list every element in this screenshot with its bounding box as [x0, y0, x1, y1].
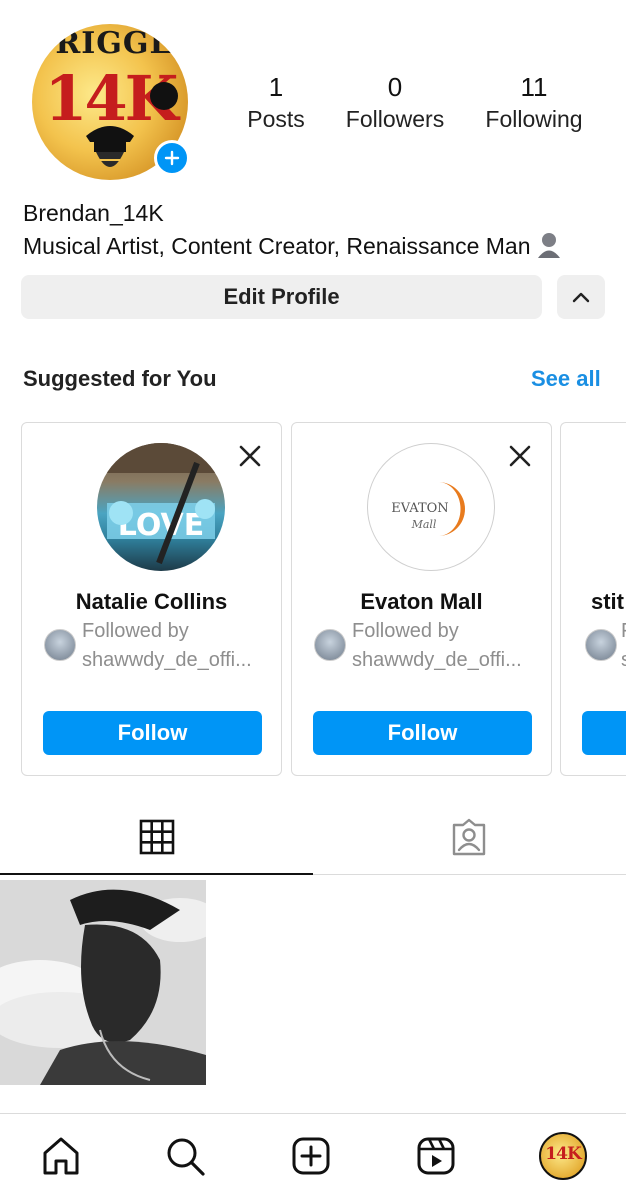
- followed-by-user: shawwdy_de_offi...: [82, 649, 252, 671]
- suggestions-toggle-button[interactable]: [557, 275, 605, 319]
- followed-by-label: Followed by: [352, 620, 459, 642]
- follow-button[interactable]: Follow: [43, 711, 262, 755]
- bottom-nav-divider: [0, 1113, 626, 1114]
- nav-avatar-brand: 14K: [545, 1144, 581, 1164]
- evaton-logo-subtext: Mall: [411, 518, 437, 531]
- post-photo: [0, 880, 206, 1085]
- suggestion-name[interactable]: stit: [591, 589, 624, 615]
- stat-value: 1: [268, 72, 284, 102]
- suggestion-name[interactable]: Natalie Collins: [22, 589, 281, 615]
- stat-label: Followers: [345, 106, 445, 132]
- stat-posts[interactable]: 1 Posts: [236, 70, 316, 134]
- suggestion-card[interactable]: stit F s: [560, 422, 626, 776]
- suggestion-name[interactable]: Evaton Mall: [292, 589, 551, 615]
- search-icon: [167, 1138, 205, 1176]
- stat-value: 0: [387, 72, 403, 102]
- see-all-link[interactable]: See all: [531, 366, 601, 392]
- followed-by-user: s: [621, 649, 626, 672]
- chevron-up-icon: [572, 292, 590, 303]
- suggestion-card[interactable]: LOVE Natalie Collins Followed by shawwdy…: [21, 422, 282, 776]
- reels-icon: [417, 1137, 455, 1175]
- stat-following[interactable]: 11 Following: [474, 70, 594, 134]
- evaton-logo-text: EVATON: [391, 501, 448, 516]
- profile-username: Brendan_14K: [23, 200, 164, 226]
- love-sign-photo: LOVE: [97, 443, 225, 565]
- avatar-ink-splat: [150, 82, 178, 110]
- followed-by-label: Followed by: [82, 620, 189, 642]
- plus-icon: [164, 150, 180, 166]
- close-icon[interactable]: [507, 443, 533, 469]
- follow-button[interactable]: [582, 711, 626, 755]
- post-thumbnail[interactable]: [0, 880, 206, 1085]
- avatar-top-text: TRIGGER: [32, 26, 188, 61]
- create-icon: [292, 1137, 330, 1175]
- mutual-avatar: [44, 629, 76, 661]
- grid-icon: [139, 819, 175, 855]
- bio-text: Musical Artist, Content Creator, Renaiss…: [23, 233, 531, 259]
- close-icon[interactable]: [237, 443, 263, 469]
- home-icon: [43, 1137, 79, 1175]
- suggested-title: Suggested for You: [23, 366, 217, 391]
- followed-by-label: F: [621, 620, 626, 643]
- stat-followers[interactable]: 0 Followers: [338, 70, 452, 134]
- nav-profile-avatar[interactable]: 14K: [539, 1132, 587, 1180]
- add-story-button[interactable]: [154, 140, 190, 176]
- stat-label: Following: [485, 106, 583, 132]
- nav-reels[interactable]: [414, 1134, 458, 1178]
- follow-button[interactable]: Follow: [313, 711, 532, 755]
- stat-label: Posts: [247, 106, 305, 132]
- suggestion-card[interactable]: EVATON Mall Evaton Mall Followed by shaw…: [291, 422, 552, 776]
- tagged-user-icon: [452, 818, 486, 856]
- bust-silhouette-icon: [537, 233, 560, 258]
- stat-value: 11: [520, 72, 548, 102]
- mutual-avatar: [314, 629, 346, 661]
- nav-search[interactable]: [163, 1134, 207, 1178]
- nav-create[interactable]: [289, 1134, 333, 1178]
- tab-tagged[interactable]: [447, 815, 491, 859]
- mutual-avatar: [585, 629, 617, 661]
- nav-home[interactable]: [39, 1134, 83, 1178]
- edit-profile-button[interactable]: Edit Profile: [21, 275, 542, 319]
- tab-posts-grid[interactable]: [135, 815, 179, 859]
- avatar-face-illustration: [86, 126, 134, 167]
- followed-by-user: shawwdy_de_offi...: [352, 649, 522, 671]
- suggestion-avatar[interactable]: LOVE: [97, 443, 225, 571]
- suggestion-avatar[interactable]: EVATON Mall: [367, 443, 495, 571]
- evaton-mall-logo: EVATON Mall: [391, 482, 465, 536]
- profile-bio: Musical Artist, Content Creator, Renaiss…: [23, 231, 561, 260]
- tab-active-indicator: [0, 873, 313, 875]
